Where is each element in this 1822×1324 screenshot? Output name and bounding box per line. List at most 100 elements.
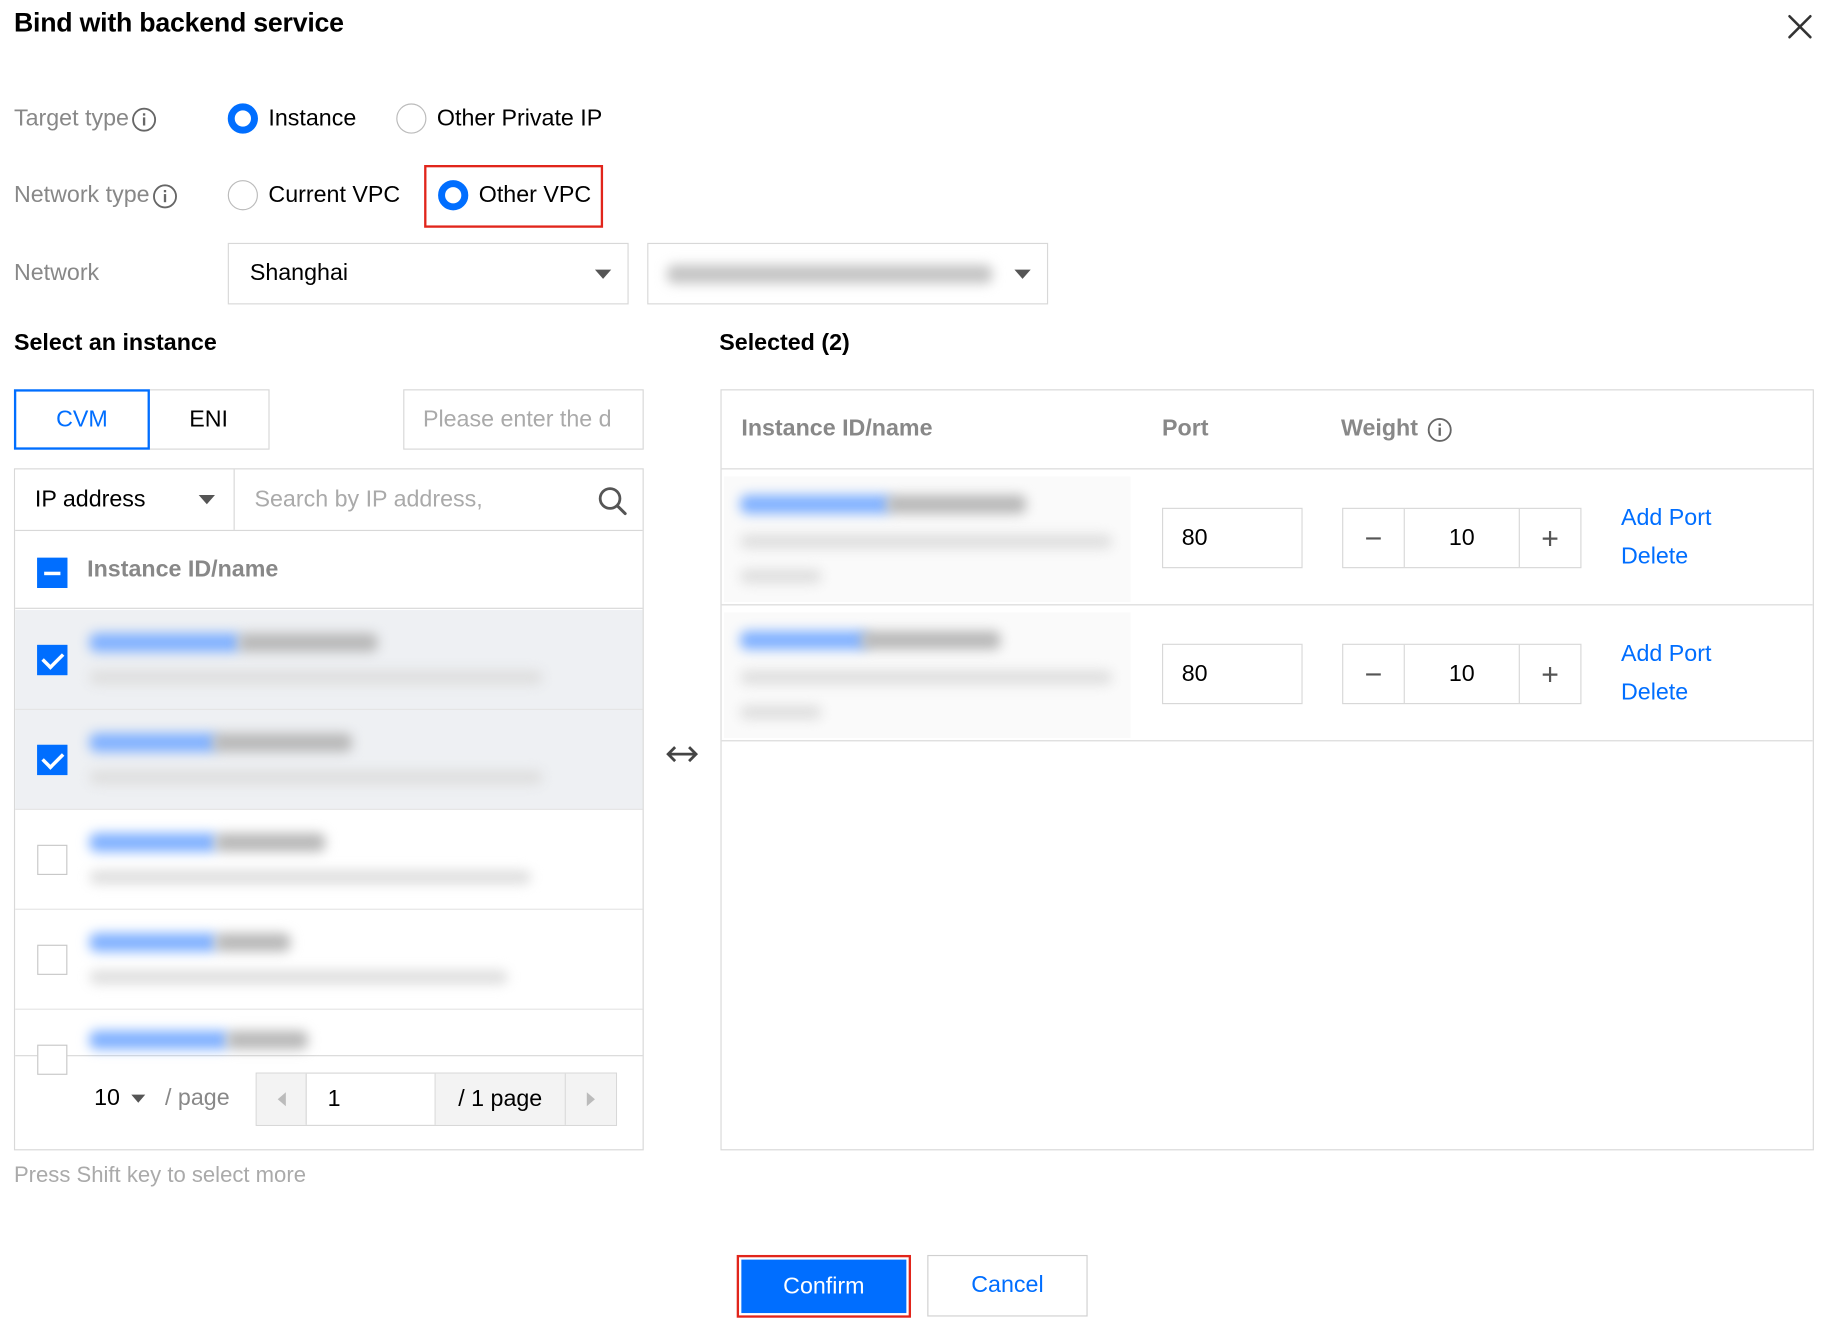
target-type-label: Target type	[14, 106, 157, 133]
radio-other-vpc-circle[interactable]	[438, 180, 469, 211]
instance-detail-redacted	[89, 870, 532, 885]
delete-link[interactable]: Delete	[1621, 680, 1688, 707]
list-item[interactable]	[15, 709, 643, 810]
confirm-button[interactable]: Confirm	[741, 1259, 907, 1314]
instance-name-redacted	[886, 495, 1027, 514]
tab-cvm[interactable]: CVM	[13, 389, 150, 450]
instance-id-redacted	[89, 733, 218, 752]
instance-detail-redacted	[89, 670, 543, 685]
increment-button[interactable]: +	[1520, 645, 1580, 703]
instance-id-redacted	[740, 630, 869, 650]
vpc-value-redacted	[666, 264, 993, 284]
prev-page-button[interactable]	[256, 1073, 307, 1125]
header-weight: Weight	[1341, 416, 1453, 443]
instance-id-redacted	[89, 833, 218, 852]
chevron-down-icon	[198, 495, 215, 505]
network-type-label: Network type	[14, 182, 178, 209]
next-page-button[interactable]	[565, 1073, 616, 1125]
select-all-checkbox[interactable]	[37, 557, 68, 588]
radio-other-vpc[interactable]: Other VPC	[438, 180, 591, 211]
chevron-right-icon	[586, 1092, 595, 1107]
chevron-down-icon	[594, 269, 612, 279]
vpc-select[interactable]	[647, 242, 1049, 305]
instance-id-redacted	[89, 633, 241, 652]
cancel-button[interactable]: Cancel	[927, 1254, 1088, 1317]
dialog-title: Bind with backend service	[13, 6, 344, 38]
info-icon[interactable]	[131, 106, 157, 132]
radio-current-vpc[interactable]: Current VPC	[227, 180, 400, 211]
row-checkbox[interactable]	[37, 644, 68, 676]
double-arrow-icon	[666, 746, 699, 763]
filter-field-select[interactable]: IP address	[15, 469, 235, 530]
pager: 1 / 1 page	[255, 1072, 618, 1126]
selected-row: 80 − 10 + Add Port Delete	[721, 605, 1813, 742]
instance-search-input[interactable]: Please enter the d	[403, 389, 644, 450]
weight-stepper: − 10 +	[1342, 643, 1582, 705]
instance-detail-redacted	[740, 670, 1113, 685]
selected-row: 80 − 10 + Add Port Delete	[721, 469, 1813, 606]
radio-other-private-ip-circle[interactable]	[396, 103, 427, 134]
list-header: Instance ID/name	[15, 532, 643, 609]
increment-button[interactable]: +	[1520, 509, 1580, 567]
instance-detail-redacted	[740, 705, 822, 720]
list-item[interactable]	[15, 910, 643, 1010]
chevron-down-icon	[131, 1094, 146, 1103]
chevron-left-icon	[277, 1092, 286, 1107]
add-port-link[interactable]: Add Port	[1621, 641, 1711, 668]
shift-hint: Press Shift key to select more	[13, 1163, 306, 1188]
per-page-label: / page	[165, 1085, 230, 1111]
instance-detail-redacted	[740, 534, 1113, 549]
list-item[interactable]	[15, 610, 643, 710]
row-checkbox[interactable]	[37, 1044, 68, 1075]
list-item[interactable]	[15, 810, 643, 910]
instance-name-redacted	[214, 833, 326, 852]
info-icon[interactable]	[1427, 417, 1453, 443]
header-instance: Instance ID/name	[741, 415, 933, 442]
decrement-button[interactable]: −	[1343, 645, 1403, 703]
header-port: Port	[1162, 415, 1209, 442]
page-size-select[interactable]: 10	[94, 1085, 146, 1112]
filter-search-input[interactable]: Search by IP address,	[236, 469, 643, 529]
region-select[interactable]: Shanghai	[227, 242, 629, 305]
info-icon[interactable]	[152, 183, 178, 209]
network-label: Network	[13, 260, 100, 286]
weight-input[interactable]: 10	[1403, 644, 1520, 704]
chevron-down-icon	[1014, 269, 1031, 279]
selected-panel: Instance ID/name Port Weight 80 − 10 + A…	[720, 389, 1814, 1151]
selected-instance-info	[723, 476, 1131, 602]
instance-name-redacted	[861, 630, 1001, 650]
instance-name-redacted	[212, 733, 353, 752]
radio-current-vpc-circle[interactable]	[227, 180, 258, 211]
add-port-link[interactable]: Add Port	[1621, 505, 1711, 532]
column-header-instance: Instance ID/name	[87, 556, 279, 583]
decrement-button[interactable]: −	[1343, 509, 1403, 567]
row-checkbox[interactable]	[37, 944, 68, 975]
instance-detail-redacted	[740, 569, 822, 584]
radio-other-private-ip[interactable]: Other Private IP	[396, 103, 602, 134]
instance-name-redacted	[238, 633, 378, 652]
search-icon[interactable]	[596, 485, 629, 518]
total-pages-label: / 1 page	[435, 1073, 566, 1125]
row-checkbox[interactable]	[37, 844, 68, 875]
page-input[interactable]: 1	[307, 1073, 436, 1125]
weight-input[interactable]: 10	[1403, 508, 1520, 568]
list-item[interactable]	[15, 1010, 643, 1075]
weight-stepper: − 10 +	[1342, 507, 1582, 569]
delete-link[interactable]: Delete	[1621, 544, 1688, 571]
tab-eni[interactable]: ENI	[147, 389, 270, 450]
close-icon[interactable]	[1785, 12, 1815, 42]
instance-detail-redacted	[89, 970, 508, 985]
instance-id-redacted	[89, 933, 218, 952]
instance-list-panel: IP address Search by IP address, Instanc…	[13, 468, 644, 1151]
row-checkbox[interactable]	[37, 744, 68, 776]
selected-title: Selected (2)	[719, 330, 850, 356]
radio-instance-circle[interactable]	[227, 103, 258, 134]
radio-instance[interactable]: Instance	[227, 103, 356, 134]
port-input[interactable]: 80	[1162, 507, 1303, 569]
divider	[15, 529, 643, 532]
instance-id-redacted	[740, 495, 892, 514]
selected-instance-info	[723, 612, 1131, 738]
port-input[interactable]: 80	[1162, 643, 1303, 705]
instance-name-redacted	[214, 933, 291, 952]
instance-name-redacted	[226, 1030, 308, 1050]
